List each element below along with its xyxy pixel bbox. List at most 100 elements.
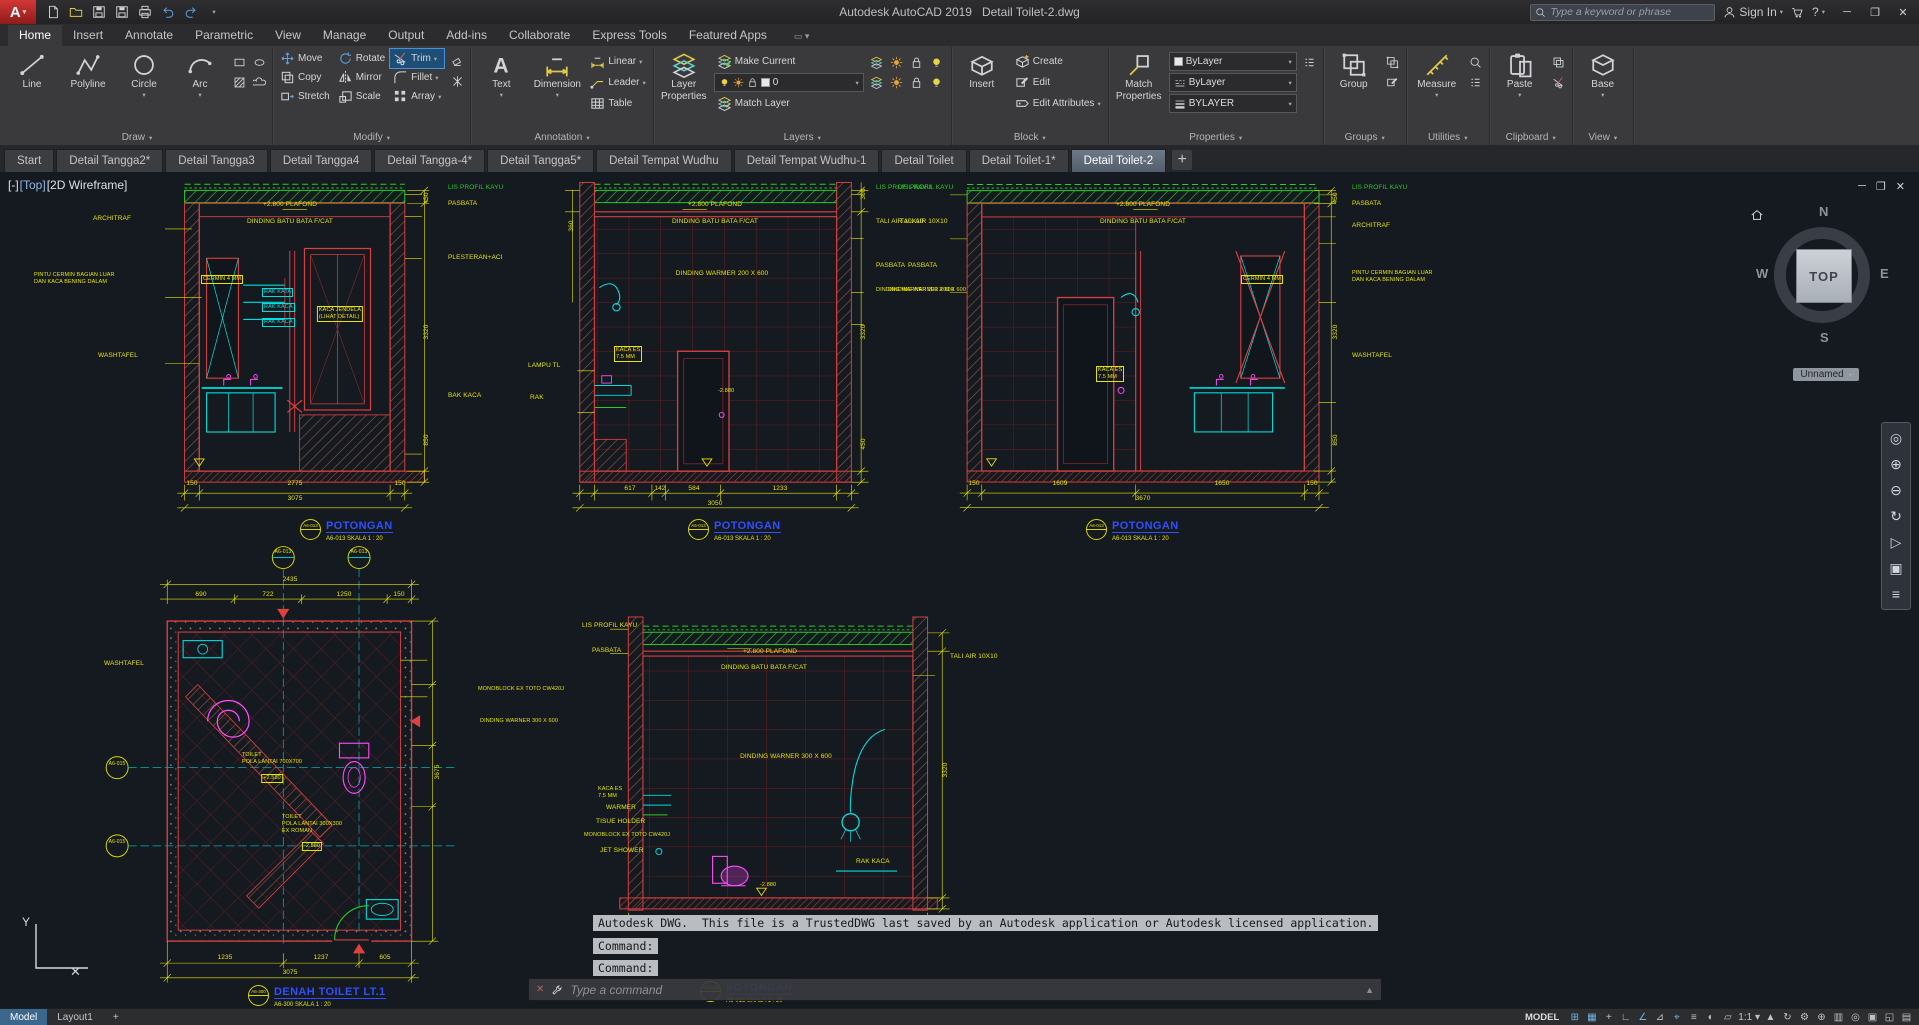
ungroup-button[interactable] [1384, 53, 1402, 71]
match-layer-button[interactable]: Match Layer [714, 94, 864, 113]
edit-block-button[interactable]: Edit [1012, 73, 1104, 92]
signin-button[interactable]: Sign In▾ [1723, 5, 1783, 19]
osnap-icon[interactable]: ⌖ [1668, 1010, 1685, 1025]
ribbon-tab-view[interactable]: View [264, 25, 312, 46]
match-properties-button[interactable]: Match Properties [1113, 49, 1165, 102]
revision-cloud-button[interactable] [250, 73, 268, 91]
layer-off-button[interactable] [928, 53, 946, 71]
file-tab-detail-tangga-4-[interactable]: Detail Tangga-4* [374, 149, 485, 172]
workspace-gear-icon[interactable]: ⚙ [1796, 1010, 1813, 1025]
polar-icon[interactable]: ∠ [1634, 1010, 1651, 1025]
edit-attributes-button[interactable]: Edit Attributes▾ [1012, 94, 1104, 113]
zoom-icon[interactable]: ⊖ [1884, 479, 1908, 501]
array-button[interactable]: Array▾ [390, 87, 444, 106]
layer-unlock-button[interactable] [908, 73, 926, 91]
ribbon-tab-annotate[interactable]: Annotate [114, 25, 184, 46]
line-button[interactable]: Line [6, 49, 58, 91]
group-edit-button[interactable] [1384, 73, 1402, 91]
plot-button[interactable] [134, 2, 156, 22]
layer-on-button[interactable] [928, 73, 946, 91]
command-history-icon[interactable]: ▲ [1365, 985, 1374, 995]
leader-button[interactable]: Leader▾ [587, 73, 648, 92]
move-button[interactable]: Move [277, 49, 333, 68]
layer-properties-button[interactable]: Layer Properties [658, 49, 710, 102]
file-tab-detail-tempat-wudhu-1[interactable]: Detail Tempat Wudhu-1 [734, 149, 880, 172]
lineweight-icon[interactable]: ≡ [1685, 1010, 1702, 1025]
panel-label-clipboard[interactable]: Clipboard▾ [1494, 130, 1568, 145]
explode-button[interactable] [448, 72, 466, 90]
quick-calc-button[interactable] [1467, 73, 1485, 91]
panel-label-groups[interactable]: Groups▾ [1328, 130, 1402, 145]
copy-clip-button[interactable] [1550, 53, 1568, 71]
arc-button[interactable]: Arc▾ [174, 49, 226, 99]
ribbon-tab-output[interactable]: Output [377, 25, 435, 46]
file-tab-detail-tangga2-[interactable]: Detail Tangga2* [56, 149, 163, 172]
base-button[interactable]: Base▾ [1577, 49, 1629, 99]
view-cube[interactable]: N W E S TOP [1754, 202, 1894, 352]
ribbon-tab-home[interactable]: Home [8, 25, 62, 46]
autoscale-icon[interactable]: ↻ [1779, 1010, 1796, 1025]
panel-label-view[interactable]: View▾ [1577, 130, 1629, 145]
doc-restore-icon[interactable]: ❐ [1876, 180, 1886, 193]
stretch-button[interactable]: Stretch [277, 87, 333, 106]
ribbon-tab-express-tools[interactable]: Express Tools [581, 25, 677, 46]
redo-button[interactable] [180, 2, 202, 22]
help-button[interactable]: ?▾ [1812, 5, 1825, 19]
table-button[interactable]: Table [587, 94, 648, 113]
file-tab-detail-tangga4[interactable]: Detail Tangga4 [270, 149, 373, 172]
new-drawing-tab-button[interactable]: + [1172, 150, 1192, 170]
create-block-button[interactable]: Create [1012, 52, 1104, 71]
ribbon-tab-parametric[interactable]: Parametric [184, 25, 264, 46]
customize-icon[interactable]: ▤ [1898, 1010, 1915, 1025]
viewport-view-control[interactable]: [Top] [20, 178, 46, 192]
selection-cycling-icon[interactable]: ▱ [1719, 1010, 1736, 1025]
annotation-monitor-icon[interactable]: ⊕ [1813, 1010, 1830, 1025]
panel-label-block[interactable]: Block▾ [956, 130, 1104, 145]
layer-thaw-button[interactable] [888, 73, 906, 91]
ribbon-tab-insert[interactable]: Insert [62, 25, 114, 46]
steering-wheel-icon[interactable]: ◎ [1884, 427, 1908, 449]
layer-dropdown[interactable]: 0 ▾ [714, 73, 864, 92]
file-tab-detail-toilet[interactable]: Detail Toilet [881, 149, 966, 172]
new-layout-button[interactable]: + [103, 1009, 129, 1025]
erase-button[interactable] [448, 52, 466, 70]
quick-properties-icon[interactable]: ▥ [1830, 1010, 1847, 1025]
navmenu-icon[interactable]: ≡ [1884, 583, 1908, 605]
app-store-button[interactable] [1791, 6, 1804, 19]
measure-button[interactable]: Measure▾ [1411, 49, 1463, 99]
make-current-button[interactable]: Make Current [714, 52, 864, 71]
model-tab[interactable]: Model [0, 1009, 47, 1025]
panel-label-layers[interactable]: Layers▾ [658, 130, 947, 145]
file-tab-detail-tangga3[interactable]: Detail Tangga3 [165, 149, 268, 172]
file-tab-start[interactable]: Start [4, 149, 54, 172]
home-icon[interactable] [1750, 208, 1764, 227]
save-as-button[interactable] [111, 2, 133, 22]
object-color-dropdown[interactable]: ByLayer▾ [1169, 52, 1297, 71]
panel-label-modify[interactable]: Modify▾ [277, 130, 466, 145]
isolate-icon[interactable]: ◎ [1847, 1010, 1864, 1025]
infer-icon[interactable]: + [1600, 1010, 1617, 1025]
help-search-field[interactable] [1530, 4, 1715, 21]
polyline-button[interactable]: Polyline [62, 49, 114, 91]
file-tab-detail-tempat-wudhu[interactable]: Detail Tempat Wudhu [596, 149, 732, 172]
panel-label-properties[interactable]: Properties▾ [1113, 130, 1319, 145]
new-button[interactable] [42, 2, 64, 22]
panel-label-draw[interactable]: Draw▾ [6, 130, 268, 145]
file-tab-detail-tangga5-[interactable]: Detail Tangga5* [487, 149, 594, 172]
lineweight-dropdown[interactable]: BYLAYER▾ [1169, 94, 1297, 113]
annotation-visibility-icon[interactable]: ▲ [1762, 1010, 1779, 1025]
command-input[interactable] [570, 983, 1358, 997]
text-button[interactable]: Text▾ [475, 49, 527, 99]
layer-lock-button[interactable] [908, 53, 926, 71]
showmotion-icon[interactable]: ▷ [1884, 531, 1908, 553]
app-logo[interactable]: A▾ [0, 0, 36, 24]
ortho-icon[interactable]: ∟ [1617, 1010, 1634, 1025]
viewport-style-control[interactable]: [2D Wireframe] [47, 178, 128, 192]
circle-button[interactable]: Circle▾ [118, 49, 170, 99]
command-bar[interactable]: ✕ ▲ [528, 978, 1382, 1001]
open-button[interactable] [65, 2, 87, 22]
layout1-tab[interactable]: Layout1 [47, 1009, 103, 1025]
hatch-button[interactable] [230, 73, 248, 91]
restore-button[interactable]: ❐ [1861, 0, 1889, 24]
mirror-button[interactable]: Mirror [335, 68, 388, 87]
